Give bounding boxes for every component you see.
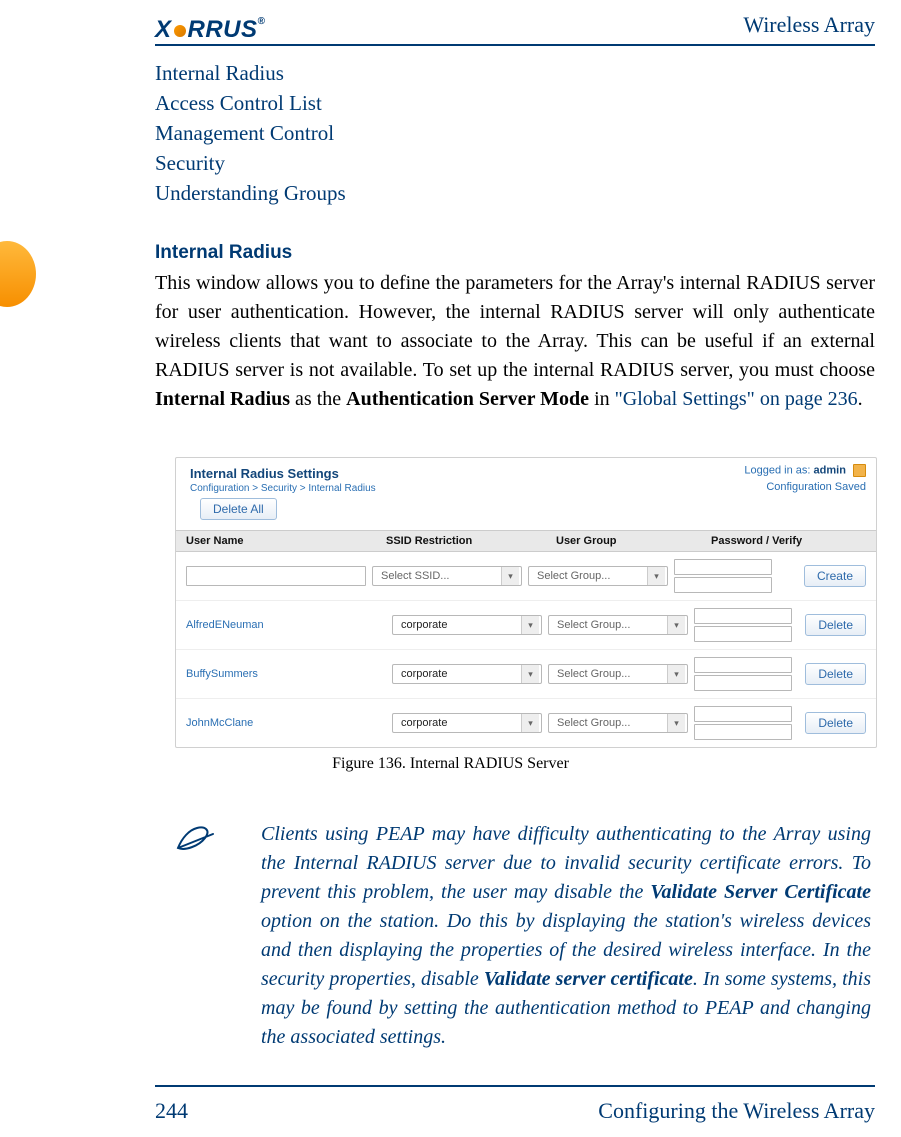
chevron-down-icon: ▾	[501, 567, 519, 585]
xref-global-settings[interactable]: "Global Settings" on page 236	[615, 388, 858, 410]
breadcrumb: Configuration > Security > Internal Radi…	[190, 483, 866, 494]
col-header-username: User Name	[186, 535, 386, 547]
create-button[interactable]: Create	[804, 565, 866, 587]
chevron-down-icon: ▾	[667, 665, 685, 683]
chevron-down-icon: ▾	[521, 616, 539, 634]
note-paragraph: Clients using PEAP may have difficulty a…	[261, 820, 871, 1052]
logo-tail: RRUS	[188, 16, 258, 43]
row-verify-input[interactable]	[694, 675, 792, 691]
group-select[interactable]: Select Group... ▾	[528, 566, 668, 586]
table-row: AlfredENeuman corporate ▾ Select Group...…	[176, 601, 876, 650]
chevron-down-icon: ▾	[667, 616, 685, 634]
body-run-1: This window allows you to define the par…	[155, 272, 875, 381]
group-select-value: Select Group...	[537, 570, 610, 582]
row-ssid-value: corporate	[401, 717, 447, 729]
figure-caption: Figure 136. Internal RADIUS Server	[0, 755, 901, 773]
row-ssid-select[interactable]: corporate ▾	[392, 713, 542, 733]
body-bold-2: Authentication Server Mode	[346, 388, 589, 410]
login-status: Logged in as: admin	[744, 464, 866, 477]
row-ssid-select[interactable]: corporate ▾	[392, 664, 542, 684]
section-heading: Internal Radius	[155, 242, 292, 264]
row-group-select[interactable]: Select Group... ▾	[548, 615, 688, 635]
row-group-value: Select Group...	[557, 668, 630, 680]
body-run-3: in	[589, 388, 615, 410]
link-internal-radius[interactable]: Internal Radius	[155, 58, 346, 88]
link-understanding-groups[interactable]: Understanding Groups	[155, 178, 346, 208]
chevron-down-icon: ▾	[647, 567, 665, 585]
delete-button[interactable]: Delete	[805, 614, 866, 636]
delete-button[interactable]: Delete	[805, 712, 866, 734]
page-number: 244	[155, 1098, 188, 1124]
body-run-4: .	[858, 388, 863, 410]
col-header-group: User Group	[556, 535, 711, 547]
chevron-down-icon: ▾	[667, 714, 685, 732]
registered-icon: ®	[258, 16, 266, 27]
verify-input[interactable]	[674, 577, 772, 593]
side-tab-icon	[0, 241, 36, 307]
new-user-row: Select SSID... ▾ Select Group... ▾ Create	[176, 552, 876, 601]
user-badge-icon[interactable]	[853, 464, 866, 477]
body-bold-1: Internal Radius	[155, 388, 290, 410]
username-input[interactable]	[186, 566, 366, 586]
row-group-select[interactable]: Select Group... ▾	[548, 664, 688, 684]
ssid-select[interactable]: Select SSID... ▾	[372, 566, 522, 586]
row-group-select[interactable]: Select Group... ▾	[548, 713, 688, 733]
chevron-down-icon: ▾	[521, 714, 539, 732]
config-saved-label: Configuration Saved	[766, 481, 866, 493]
row-ssid-value: corporate	[401, 668, 447, 680]
logo-x: X	[155, 16, 172, 43]
logo-dot-icon	[174, 25, 186, 37]
row-password-input[interactable]	[694, 706, 792, 722]
note-pen-icon	[175, 824, 215, 854]
col-header-password: Password / Verify	[711, 535, 826, 547]
row-password-input[interactable]	[694, 657, 792, 673]
topic-links: Internal Radius Access Control List Mana…	[155, 58, 346, 208]
password-input[interactable]	[674, 559, 772, 575]
body-run-2: as the	[290, 388, 346, 410]
link-security[interactable]: Security	[155, 148, 346, 178]
row-group-value: Select Group...	[557, 619, 630, 631]
row-username: JohnMcClane	[186, 717, 386, 729]
link-management-control[interactable]: Management Control	[155, 118, 346, 148]
body-paragraph: This window allows you to define the par…	[155, 269, 875, 414]
row-password-input[interactable]	[694, 608, 792, 624]
row-verify-input[interactable]	[694, 626, 792, 642]
row-username: BuffySummers	[186, 668, 386, 680]
login-prefix: Logged in as:	[744, 464, 813, 476]
row-verify-input[interactable]	[694, 724, 792, 740]
ssid-select-value: Select SSID...	[381, 570, 449, 582]
brand-logo: X RRUS®	[155, 16, 265, 44]
delete-button[interactable]: Delete	[805, 663, 866, 685]
table-header-row: User Name SSID Restriction User Group Pa…	[176, 530, 876, 552]
login-user: admin	[814, 464, 846, 476]
footer-divider	[155, 1085, 875, 1087]
note-bold-1: Validate Server Certificate	[650, 881, 871, 903]
figure-internal-radius: Internal Radius Settings Configuration >…	[175, 457, 877, 748]
page-header-title: Wireless Array	[743, 12, 875, 38]
link-access-control-list[interactable]: Access Control List	[155, 88, 346, 118]
row-ssid-value: corporate	[401, 619, 447, 631]
row-ssid-select[interactable]: corporate ▾	[392, 615, 542, 635]
header-divider	[155, 44, 875, 46]
chevron-down-icon: ▾	[521, 665, 539, 683]
col-header-ssid: SSID Restriction	[386, 535, 556, 547]
delete-all-button[interactable]: Delete All	[200, 498, 277, 520]
table-row: JohnMcClane corporate▾ Select Group...▾ …	[176, 699, 876, 747]
footer-title: Configuring the Wireless Array	[598, 1098, 875, 1124]
note-bold-2: Validate server certificate	[484, 968, 693, 990]
row-group-value: Select Group...	[557, 717, 630, 729]
password-verify-pair	[674, 559, 772, 593]
table-row: BuffySummers corporate ▾ Select Group... ▾…	[176, 650, 876, 699]
row-username: AlfredENeuman	[186, 619, 386, 631]
